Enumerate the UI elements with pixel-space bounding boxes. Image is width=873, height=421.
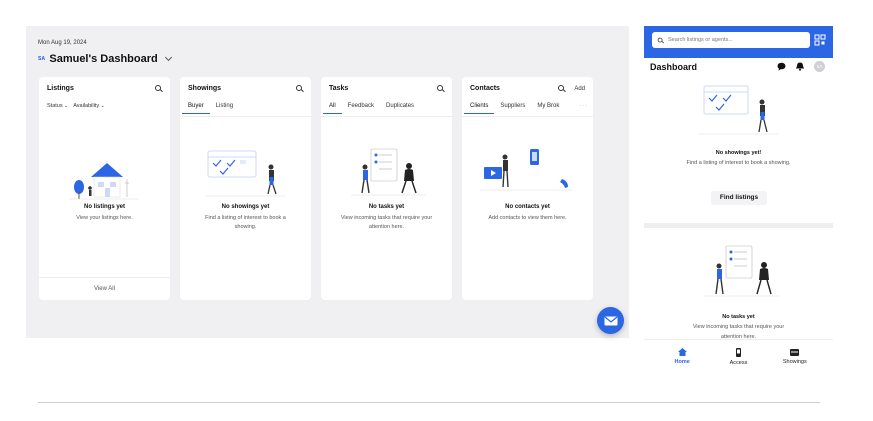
showings-empty-description: Find a listing of interest to book a sho… xyxy=(686,160,791,166)
divider xyxy=(180,116,311,117)
calendar-illustration xyxy=(205,150,285,197)
dashboard-title: Samuel's Dashboard xyxy=(49,53,158,65)
nav-label: Access xyxy=(729,360,748,366)
empty-title: No showings yet xyxy=(221,204,270,210)
tab-buyer[interactable]: Buyer xyxy=(182,103,210,114)
view-all-link[interactable]: View All xyxy=(39,277,170,300)
nav-label: Home xyxy=(674,359,690,365)
mobile-view: Dashboard SA No showings yet! Find a lis… xyxy=(644,26,833,376)
tasks-empty-title: No tasks yet xyxy=(722,314,755,320)
tasks-card: Tasks All Feedback Duplicates No tasks y… xyxy=(321,77,452,300)
tasks-tabs: All Feedback Duplicates xyxy=(323,103,452,114)
phone-icon xyxy=(735,348,741,357)
mobile-page-title: Dashboard xyxy=(650,62,698,72)
nav-access[interactable]: Access xyxy=(718,348,758,376)
empty-title: No tasks yet xyxy=(368,204,405,210)
divider xyxy=(462,116,593,117)
mobile-header xyxy=(644,26,833,58)
filter-status[interactable]: Status xyxy=(47,103,68,109)
card-title: Tasks xyxy=(329,85,349,92)
dashboard-switcher[interactable]: SA Samuel's Dashboard xyxy=(38,53,172,65)
card-title: Showings xyxy=(188,85,222,92)
tab-suppliers[interactable]: Suppliers xyxy=(500,103,525,114)
tasks-illustration xyxy=(351,148,426,196)
user-initials-badge: SA xyxy=(38,56,46,62)
empty-title: No listings yet xyxy=(83,204,125,210)
tab-my-brokerage[interactable]: My Brok xyxy=(537,103,559,114)
bell-icon[interactable] xyxy=(796,62,804,71)
more-tabs-icon[interactable]: ··· xyxy=(579,103,588,109)
showings-tabs: Buyer Listing xyxy=(182,103,311,114)
listing-filters: Status Availability xyxy=(47,103,105,109)
house-illustration xyxy=(69,163,139,200)
dashboard-date: Mon Aug 19, 2024 xyxy=(38,40,87,46)
desktop-dashboard: Mon Aug 19, 2024 SA Samuel's Dashboard L… xyxy=(26,26,629,338)
search-icon[interactable] xyxy=(558,85,565,92)
nav-label: Showings xyxy=(782,359,807,365)
add-contact-link[interactable]: Add xyxy=(574,86,585,92)
listings-card: Listings Status Availability No listings… xyxy=(39,77,170,300)
search-icon[interactable] xyxy=(437,85,444,92)
chevron-down-icon[interactable] xyxy=(164,53,172,62)
mobile-header-icons: SA xyxy=(777,61,825,72)
empty-description: Add contacts to view them here. xyxy=(488,215,567,221)
nav-home[interactable]: Home xyxy=(662,348,702,376)
calendar-illustration xyxy=(699,85,779,135)
contacts-illustration xyxy=(480,149,572,191)
chat-icon[interactable] xyxy=(777,62,786,71)
search-icon[interactable] xyxy=(155,85,162,92)
mail-icon xyxy=(604,316,617,325)
contacts-card: Contacts Add Clients Suppliers My Brok ·… xyxy=(462,77,593,300)
mobile-search-bar[interactable] xyxy=(652,32,810,48)
avatar[interactable]: SA xyxy=(814,61,825,72)
page-divider-line xyxy=(38,402,820,403)
empty-description: View your listings here. xyxy=(76,215,133,221)
search-icon xyxy=(657,37,664,43)
tab-duplicates[interactable]: Duplicates xyxy=(386,103,414,114)
showings-card: Showings Buyer Listing No showings yet F… xyxy=(180,77,311,300)
tab-clients[interactable]: Clients xyxy=(463,103,495,114)
tab-listing[interactable]: Listing xyxy=(216,103,233,114)
tab-all[interactable]: All xyxy=(323,103,342,114)
filter-availability[interactable]: Availability xyxy=(73,103,104,109)
empty-description: Find a listing of interest to book a sho… xyxy=(205,215,286,231)
empty-title: No contacts yet xyxy=(505,204,550,210)
calendar-icon xyxy=(790,349,800,356)
nav-showings[interactable]: Showings xyxy=(775,348,815,376)
home-icon xyxy=(677,348,687,356)
search-icon[interactable] xyxy=(296,85,303,92)
empty-description: View incoming tasks that require your at… xyxy=(340,215,433,231)
tasks-illustration xyxy=(704,245,779,297)
tab-feedback[interactable]: Feedback xyxy=(348,103,374,114)
section-divider xyxy=(644,223,833,228)
divider xyxy=(321,116,452,117)
find-listings-button[interactable]: Find listings xyxy=(711,191,767,205)
bottom-navigation: Home Access Showings xyxy=(644,340,833,376)
showings-empty-title: No showings yet! xyxy=(715,150,762,156)
contacts-tabs: Clients Suppliers My Brok xyxy=(463,103,593,114)
card-title: Listings xyxy=(47,85,74,92)
messages-fab-button[interactable] xyxy=(597,307,624,334)
search-input[interactable] xyxy=(668,37,798,43)
scan-icon[interactable] xyxy=(814,34,826,46)
card-title: Contacts xyxy=(470,85,500,92)
